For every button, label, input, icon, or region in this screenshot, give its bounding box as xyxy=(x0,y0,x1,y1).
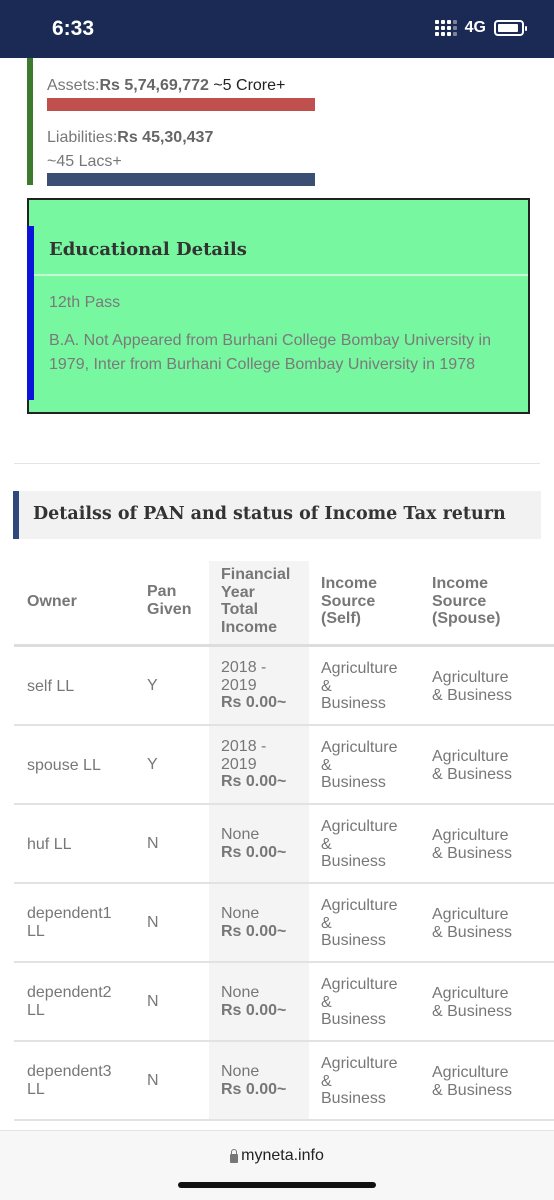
income-source-self-cell: Agriculture & Business xyxy=(321,897,398,949)
assets-label: Assets: xyxy=(47,77,100,94)
owner-cell: huf LL xyxy=(27,836,72,853)
income-source-self-cell: Agriculture & Business xyxy=(321,976,398,1028)
education-category: 12th Pass xyxy=(49,294,121,311)
header-owner: Owner xyxy=(27,593,77,610)
financial-year-cell: 2018 -2019 Rs 0.00~ xyxy=(221,738,287,790)
income-source-self-cell: Agriculture & Business xyxy=(321,1055,398,1107)
owner-cell: dependent2 LL xyxy=(27,984,112,1019)
income-source-spouse-cell: Agriculture & Business xyxy=(432,748,513,783)
owner-cell: dependent1 LL xyxy=(27,905,112,940)
income-source-spouse-cell: Agriculture & Business xyxy=(432,985,513,1020)
table-row: huf LL N None Rs 0.00~ Agriculture & Business A… xyxy=(14,805,554,884)
table-row: dependent1 LL N None Rs 0.00~ Agriculture & Bus… xyxy=(14,884,554,963)
network-type: 4G xyxy=(464,19,486,36)
status-bar: 6:33 4G xyxy=(0,0,554,58)
income-source-self-cell: Agriculture & Business xyxy=(321,739,398,791)
income-source-self-cell: Agriculture & Business xyxy=(321,660,398,712)
pan-given-cell: Y xyxy=(147,677,158,694)
income-source-spouse-cell: Agriculture & Business xyxy=(432,827,513,862)
assets-approx: ~5 Crore+ xyxy=(208,77,286,94)
table-row: dependent3 LL N None Rs 0.00~ Agriculture & Bus… xyxy=(14,1042,554,1121)
owner-cell: dependent3 LL xyxy=(27,1063,112,1098)
income-source-spouse-cell: Agriculture & Business xyxy=(432,1064,513,1099)
pan-given-cell: N xyxy=(147,993,159,1010)
browser-address-bar[interactable]: myneta.info xyxy=(0,1130,554,1200)
table-body: self LL Y 2018 -2019 Rs 0.00~ Agriculture & Bu… xyxy=(14,647,554,1121)
table-header: Owner Pan Given Financial Year Total Inc… xyxy=(14,561,554,647)
pan-given-cell: Y xyxy=(147,756,158,773)
pan-given-cell: N xyxy=(147,835,159,852)
educational-details-title: Educational Details xyxy=(49,239,247,260)
total-income-value: Rs 0.00~ xyxy=(221,694,287,711)
income-source-self-cell: Agriculture & Business xyxy=(321,818,398,870)
cellular-signal-icon xyxy=(434,20,457,36)
financial-year-cell: None Rs 0.00~ xyxy=(221,826,287,861)
financial-year-cell: None Rs 0.00~ xyxy=(221,984,287,1019)
battery-icon xyxy=(494,20,527,36)
status-icons: 4G xyxy=(434,19,527,37)
status-time: 6:33 xyxy=(52,17,95,40)
total-income-value: Rs 0.00~ xyxy=(221,1001,287,1019)
total-income-value: Rs 0.00~ xyxy=(221,773,287,790)
liabilities-bar xyxy=(47,173,315,186)
table-row: self LL Y 2018 -2019 Rs 0.00~ Agriculture & Bu… xyxy=(14,647,554,726)
table-row: dependent2 LL N None Rs 0.00~ Agriculture & Bus… xyxy=(14,963,554,1042)
income-source-spouse-cell: Agriculture & Business xyxy=(432,906,513,941)
pan-income-table: Owner Pan Given Financial Year Total Inc… xyxy=(14,561,554,1121)
financial-year-cell: 2018 -2019 Rs 0.00~ xyxy=(221,659,287,711)
header-income-source-spouse: Income Source (Spouse) xyxy=(432,575,501,627)
educational-details-box: Educational Details 12th Pass B.A. Not A… xyxy=(27,198,530,414)
header-pan-given: Pan Given xyxy=(147,583,192,618)
header-financial-year: Financial Year Total Income xyxy=(221,566,291,636)
total-income-value: Rs 0.00~ xyxy=(221,843,287,861)
liabilities-approx: ~45 Lacs+ xyxy=(47,153,122,170)
pan-given-cell: N xyxy=(147,1072,159,1089)
liabilities-label: Liabilities: xyxy=(47,129,118,146)
educational-divider xyxy=(34,274,528,276)
total-income-value: Rs 0.00~ xyxy=(221,1080,287,1098)
assets-bar xyxy=(47,98,315,111)
liabilities-value: Rs 45,30,437 xyxy=(117,129,214,146)
total-income-value: Rs 0.00~ xyxy=(221,922,287,940)
assets-line: Assets:Rs 5,74,69,772 ~5 Crore+ xyxy=(47,77,285,95)
financial-year-cell: None Rs 0.00~ xyxy=(221,1063,287,1098)
pan-given-cell: N xyxy=(147,914,159,931)
url-display[interactable]: myneta.info xyxy=(0,1147,554,1165)
liabilities-line: Liabilities:Rs 45,30,437 xyxy=(47,129,213,147)
assets-value: Rs 5,74,69,772 xyxy=(99,77,209,94)
url-text[interactable]: myneta.info xyxy=(241,1147,324,1165)
owner-cell: self LL xyxy=(27,678,75,695)
section-divider xyxy=(14,463,540,464)
pan-section-heading: Detailss of PAN and status of Income Tax… xyxy=(13,491,541,539)
table-row: spouse LL Y 2018 -2019 Rs 0.00~ Agriculture &… xyxy=(14,726,554,805)
home-indicator[interactable] xyxy=(178,1182,376,1188)
financial-year-cell: None Rs 0.00~ xyxy=(221,905,287,940)
header-income-source-self: Income Source (Self) xyxy=(321,575,378,627)
income-source-spouse-cell: Agriculture & Business xyxy=(432,669,513,704)
pan-section-title: Detailss of PAN and status of Income Tax… xyxy=(33,504,506,524)
educational-accent-bar xyxy=(27,226,34,400)
lock-icon xyxy=(230,1148,239,1163)
assets-liabilities-block: Assets:Rs 5,74,69,772 ~5 Crore+ Liabilit… xyxy=(27,58,327,186)
owner-cell: spouse LL xyxy=(27,757,101,774)
education-details: B.A. Not Appeared from Burhani College B… xyxy=(49,332,491,373)
